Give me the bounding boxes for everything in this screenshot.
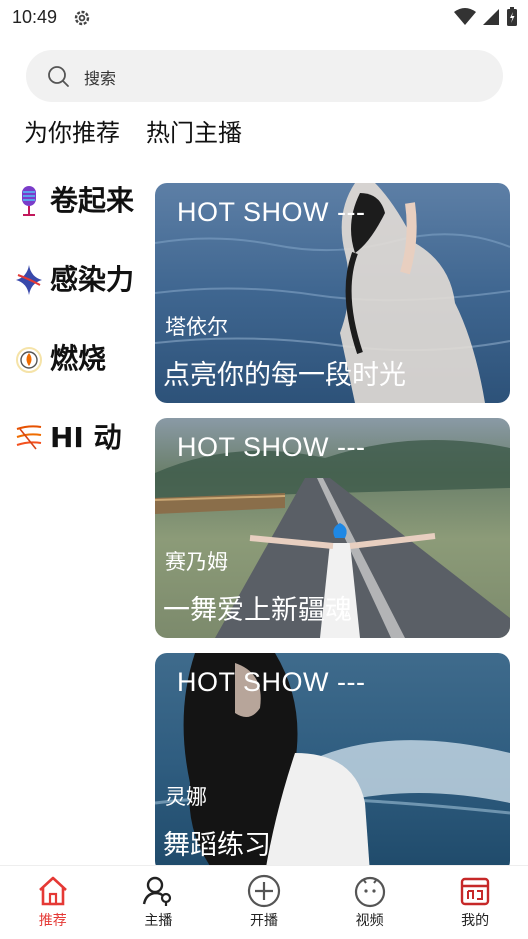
card-tag: HOT SHOW --- (177, 667, 366, 697)
category-list: 卷起来 感染力 燃烧 HI 动 (14, 180, 144, 496)
search-icon (48, 66, 69, 87)
flame-icon (16, 347, 42, 373)
card-anchor-name: 赛乃姆 (165, 550, 228, 574)
card-title: 一舞爱上新疆魂 (163, 595, 352, 626)
status-time: 10:49 (12, 7, 58, 27)
search-input[interactable]: 搜索 (26, 50, 503, 102)
show-card[interactable]: HOT SHOW --- 灵娜 舞蹈练习 (155, 653, 510, 873)
nav-label: 我的 (461, 913, 490, 929)
show-card[interactable]: HOT SHOW --- 塔依尔 点亮你的每一段时光 (155, 183, 510, 403)
video-face-icon (354, 876, 385, 908)
bottom-nav: 推荐 主播 开播 视频 我的 (0, 865, 528, 939)
settings-gear-icon (74, 10, 90, 26)
home-icon (38, 876, 67, 906)
nav-item-mine[interactable]: 我的 (422, 866, 528, 939)
card-title: 舞蹈练习 (163, 830, 271, 861)
category-item-juanqilai[interactable]: 卷起来 (14, 180, 144, 259)
nav-label: 推荐 (38, 913, 67, 929)
nav-item-go-live[interactable]: 开播 (211, 866, 317, 939)
card-title: 点亮你的每一段时光 (163, 360, 406, 391)
nav-label: 视频 (355, 913, 384, 929)
card-anchor-name: 灵娜 (165, 785, 207, 809)
search-placeholder: 搜索 (84, 69, 117, 88)
card-anchor-name: 塔依尔 (165, 315, 228, 339)
show-card[interactable]: HOT SHOW --- 赛乃姆 一舞爱上新疆魂 (155, 418, 510, 638)
nav-label: 开播 (249, 913, 278, 929)
cell-signal-icon (483, 9, 499, 25)
nav-item-recommend[interactable]: 推荐 (0, 866, 106, 939)
tab-bar: 为你推荐 热门主播 (24, 116, 242, 150)
status-bar: 10:49 (0, 0, 528, 36)
battery-icon (507, 7, 517, 26)
nav-item-anchor[interactable]: 主播 (106, 866, 212, 939)
wifi-icon (454, 8, 476, 25)
card-tag: HOT SHOW --- (177, 197, 366, 227)
card-tag: HOT SHOW --- (177, 432, 366, 462)
nav-item-video[interactable]: 视频 (317, 866, 423, 939)
microphone-icon (22, 186, 36, 216)
category-label: 卷起来 (50, 184, 135, 217)
profile-icon (460, 877, 490, 906)
tab-recommended[interactable]: 为你推荐 (24, 116, 120, 150)
category-item-ganranli[interactable]: 感染力 (14, 259, 144, 338)
category-label: HI 动 (50, 421, 122, 454)
nav-label: 主播 (144, 913, 173, 929)
category-item-ranshao[interactable]: 燃烧 (14, 338, 144, 417)
spark-icon (16, 265, 42, 295)
category-label: 感染力 (50, 263, 135, 296)
plus-circle-icon (247, 874, 281, 908)
tab-hot-anchors[interactable]: 热门主播 (146, 116, 242, 150)
category-label: 燃烧 (50, 342, 107, 375)
anchor-icon (143, 876, 172, 906)
status-indicators (454, 6, 518, 28)
category-item-hi-dong[interactable]: HI 动 (14, 417, 144, 496)
wave-icon (16, 425, 42, 450)
